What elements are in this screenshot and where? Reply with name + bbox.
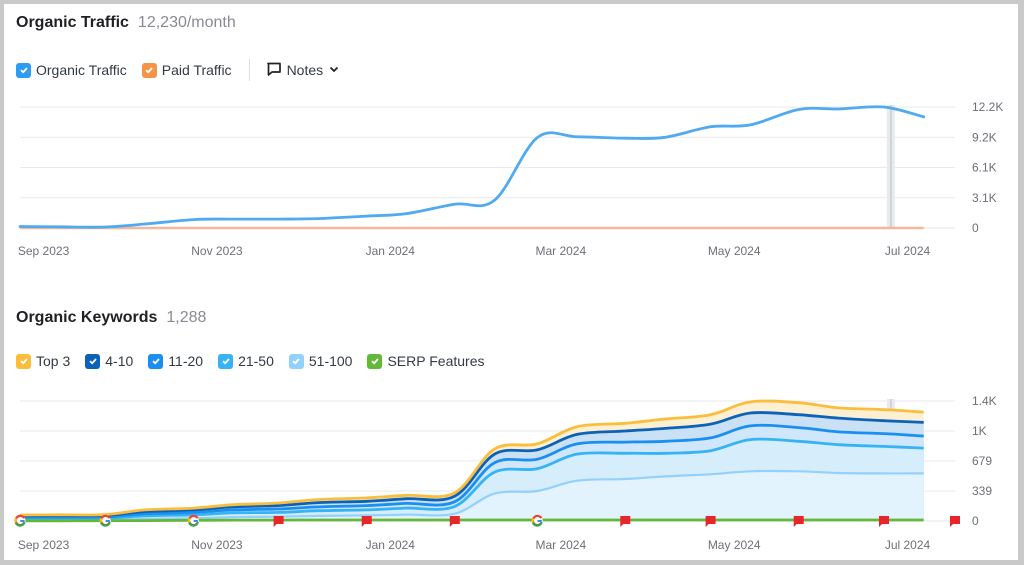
note-flag-icon xyxy=(705,516,716,527)
x-tick-label: Sep 2023 xyxy=(18,538,70,552)
flag-shape xyxy=(449,516,460,527)
flag-shape xyxy=(620,516,631,527)
x-tick-label: Jul 2024 xyxy=(885,538,931,552)
x-tick-label: Mar 2024 xyxy=(535,538,586,552)
google-update-icon xyxy=(14,514,26,527)
flag-shape xyxy=(879,516,889,527)
flag-shape xyxy=(950,516,960,527)
google-update-icon xyxy=(531,514,543,527)
note-flag-icon xyxy=(950,516,960,527)
google-icon-arc xyxy=(14,517,18,523)
x-tick-label: May 2024 xyxy=(708,538,761,552)
flag-shape xyxy=(273,516,284,527)
google-icon-arc xyxy=(187,517,191,523)
google-icon-arc xyxy=(531,517,535,523)
flag-shape xyxy=(705,516,716,527)
y-tick-label: 1.4K xyxy=(972,394,997,408)
note-flag-icon xyxy=(273,516,284,527)
flag-shape xyxy=(361,516,372,527)
google-update-icon xyxy=(187,514,199,527)
note-flag-icon xyxy=(793,516,804,527)
y-tick-label: 339 xyxy=(972,484,992,498)
flag-shape xyxy=(793,516,804,527)
y-tick-label: 0 xyxy=(972,514,979,528)
series-line-serp-features xyxy=(20,518,924,523)
y-tick-label: 1K xyxy=(972,424,987,438)
note-flag-icon xyxy=(879,516,889,527)
organic-keywords-chart[interactable]: 1.4K 1K 679 339 0 Sep 2023 Nov 2023 Jan 2024 Mar… xyxy=(0,0,1024,565)
y-tick-label: 679 xyxy=(972,454,992,468)
note-flag-icon xyxy=(361,516,372,527)
google-icon-arc xyxy=(99,517,103,523)
x-tick-label: Jan 2024 xyxy=(366,538,416,552)
note-flag-icon xyxy=(620,516,631,527)
note-flag-icon xyxy=(449,516,460,527)
google-update-icon xyxy=(99,514,111,527)
x-tick-label: Nov 2023 xyxy=(191,538,243,552)
